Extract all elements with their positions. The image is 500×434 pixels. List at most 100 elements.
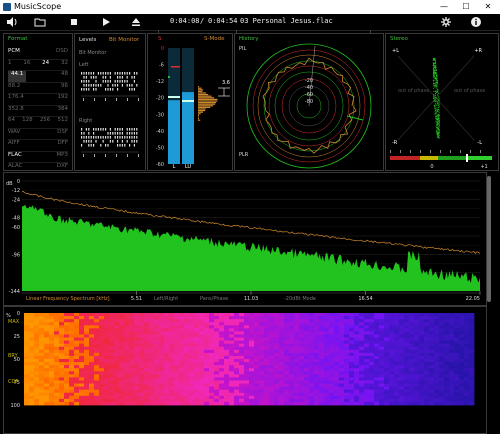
play-icon[interactable] <box>100 16 112 28</box>
bit-cell <box>81 136 83 139</box>
bit-cell <box>81 72 83 75</box>
bit-cell <box>114 72 116 75</box>
format-value: 16 <box>23 59 31 66</box>
meter-mode[interactable]: S-Mode <box>204 36 224 42</box>
bit-cell <box>109 128 111 131</box>
bit-cell <box>112 132 114 135</box>
bit-cell <box>133 88 135 91</box>
bit-cell <box>93 128 95 131</box>
eject-icon[interactable] <box>130 16 142 28</box>
volume-icon[interactable] <box>6 16 18 28</box>
bit-cell <box>126 128 128 131</box>
bit-monitor-right <box>81 128 139 157</box>
scrollbar-thumb[interactable] <box>487 176 491 302</box>
bit-cell <box>129 136 131 139</box>
format-value: 88.2 <box>8 82 21 89</box>
open-folder-icon[interactable] <box>34 16 46 28</box>
loudness-histogram-bar <box>198 89 204 91</box>
spectrum-mode-lr[interactable]: Left/Right <box>154 296 178 302</box>
format-row: 176.4 192 <box>8 94 68 106</box>
bit-cell <box>129 132 131 135</box>
bit-cell <box>133 76 135 79</box>
close-button[interactable]: ✕ <box>480 0 496 14</box>
bit-cell <box>93 76 95 79</box>
bit-cell <box>95 76 97 79</box>
bit-cell <box>97 72 99 75</box>
minimize-button[interactable]: — <box>436 0 452 14</box>
bit-cell <box>119 132 121 135</box>
format-value: 192 <box>57 94 69 100</box>
bit-cell <box>131 88 133 91</box>
bit-cell <box>133 80 135 83</box>
bit-cell <box>83 140 85 143</box>
spectrum-title: Linear Frequency Spectrum [kHz] <box>26 296 110 302</box>
history-ring-label: -80 <box>305 99 313 105</box>
stop-icon[interactable] <box>68 16 80 28</box>
maximize-button[interactable]: ☐ <box>458 0 474 14</box>
bit-cell <box>109 72 111 75</box>
format-row: FLAC MP3 <box>8 151 68 163</box>
bit-cell <box>88 84 90 87</box>
bit-cell <box>83 132 85 135</box>
bit-cell <box>117 84 119 87</box>
bit-cell <box>136 132 138 135</box>
format-row: WAV DSF <box>8 129 68 140</box>
bit-cell <box>100 128 102 131</box>
history-radar: -20-40-60-80 <box>246 43 372 169</box>
spectrum-mode-pans[interactable]: Pans/Phase <box>200 296 228 302</box>
bit-cell <box>93 72 95 75</box>
format-value: DSD <box>56 48 68 54</box>
meter-scale-tick: -6 <box>159 63 164 69</box>
bit-cell <box>102 72 104 75</box>
bit-cell <box>131 76 133 79</box>
bit-cell <box>102 136 104 139</box>
bit-cell <box>117 128 119 131</box>
bit-cell <box>83 84 85 87</box>
bit-cell <box>100 144 102 147</box>
bit-cell <box>131 136 133 139</box>
levels-sub: Bit Monitor <box>79 50 107 56</box>
bit-cell <box>97 136 99 139</box>
spectrogram-overlay-label: BRY <box>8 353 19 359</box>
stereo-panel: Stereo +L +R -R -L out of phase out of phase 0… <box>385 33 499 171</box>
loudness-histogram-bar <box>198 111 203 113</box>
bit-cell <box>90 84 92 87</box>
bit-cell <box>121 128 123 131</box>
loudness-histogram-bar <box>198 110 206 112</box>
format-value: 96 <box>61 82 68 89</box>
settings-gear-icon[interactable] <box>440 16 452 28</box>
format-value: 176.4 <box>8 94 24 100</box>
meter-bar-right <box>182 92 194 164</box>
bit-cell <box>133 128 135 131</box>
format-value: 24 <box>42 59 50 66</box>
bit-cell <box>117 140 119 143</box>
format-row: 64 128 256 512 <box>8 117 68 129</box>
correlation-bar-positive <box>438 156 468 160</box>
spectrogram-y-tick: 25 <box>14 334 20 340</box>
bit-cell <box>88 88 90 91</box>
spectrum-panel: dB 0 -12 -24 -48 -60 -96 -144 Linear Frequency S… <box>3 172 487 306</box>
bit-cell <box>85 140 87 143</box>
format-value: FLAC <box>8 151 22 158</box>
bit-cell <box>121 140 123 143</box>
format-value: 48 <box>61 71 68 77</box>
bit-cell <box>109 132 111 135</box>
stereo-label-plus-r: +R <box>474 48 482 54</box>
bit-cell <box>119 128 121 131</box>
loudness-histogram-bar <box>198 92 207 94</box>
bit-cell <box>105 72 107 75</box>
loudness-histogram-bar <box>198 106 211 108</box>
bit-cell <box>81 80 83 83</box>
meter-bar-left <box>168 100 180 164</box>
bit-cell <box>136 72 138 75</box>
levels-mode[interactable]: Bit Monitor <box>109 37 139 43</box>
bit-cell <box>114 136 116 139</box>
spectrum-mode-20dbt[interactable]: -20dBt Mode <box>284 296 316 302</box>
bit-cell <box>93 136 95 139</box>
bit-cell <box>105 80 107 83</box>
spectrum-y-tick: -48 <box>12 216 20 222</box>
info-icon[interactable] <box>470 16 482 28</box>
bit-cell <box>88 140 90 143</box>
spectrum-x-tick: 11.03 <box>244 296 258 302</box>
format-row: 88.2 96 <box>8 82 68 94</box>
